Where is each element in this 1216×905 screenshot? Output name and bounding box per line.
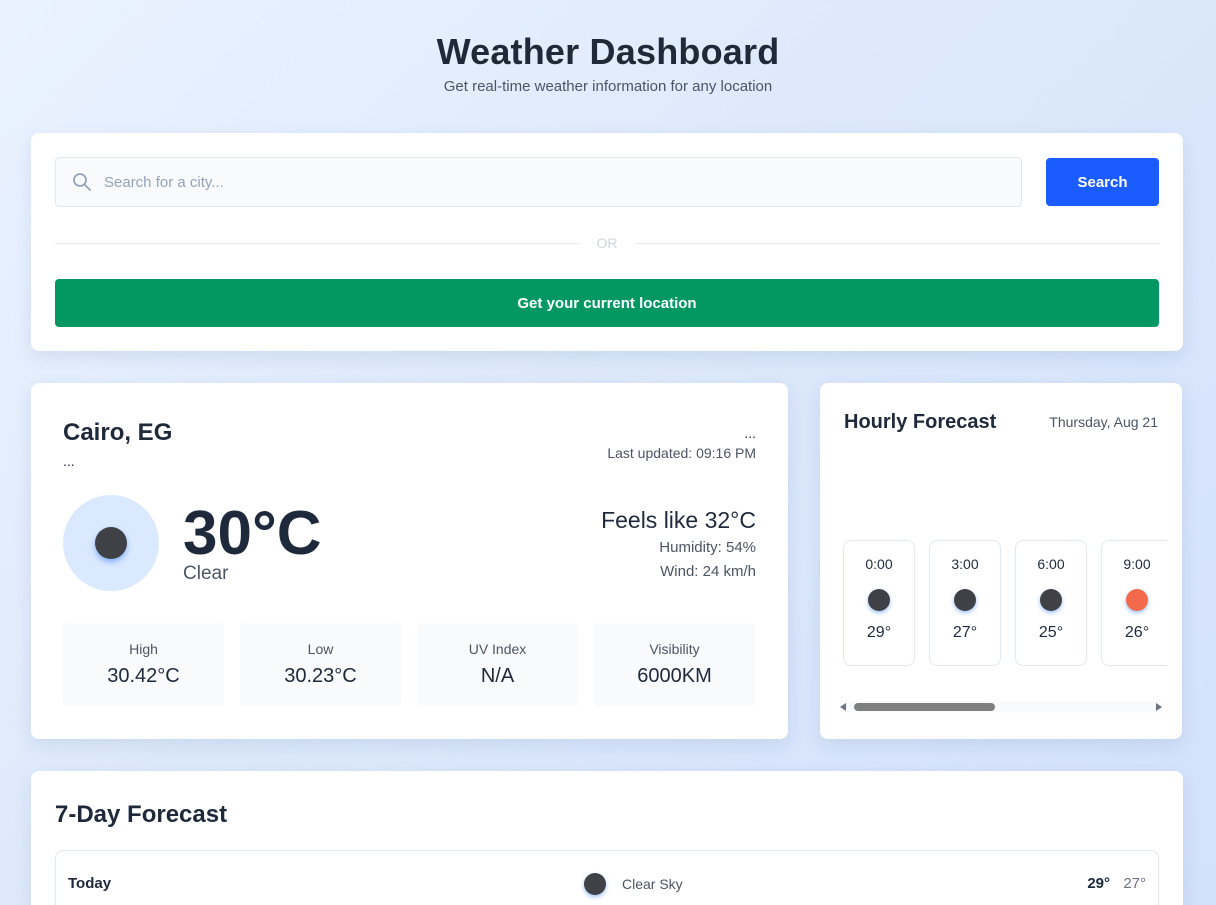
last-updated: Last updated: 09:16 PM xyxy=(607,445,756,461)
moon-icon xyxy=(954,589,976,611)
hourly-list[interactable]: 0:00 29° 3:00 27° 6:00 25° 9:00 26° xyxy=(843,540,1167,666)
search-card: Search OR Get your current location xyxy=(31,133,1183,351)
feels-like: Feels like 32°C xyxy=(601,507,756,533)
or-label: OR xyxy=(596,235,618,251)
day-name: Today xyxy=(68,875,112,892)
current-condition: Clear xyxy=(183,563,229,584)
hour-temp: 29° xyxy=(866,624,892,641)
hourly-forecast-card: Hourly Forecast Thursday, Aug 21 0:00 29… xyxy=(820,383,1182,739)
scroll-left-icon[interactable] xyxy=(840,703,846,711)
or-divider: OR xyxy=(55,233,1159,253)
scroll-right-icon[interactable] xyxy=(1156,703,1162,711)
stat-value: 30.42°C xyxy=(107,665,180,687)
stat-label: UV Index xyxy=(468,641,527,657)
weekly-forecast-card: 7-Day Forecast Today Clear Sky 29° 27° xyxy=(31,771,1183,905)
hour-temp: 25° xyxy=(1038,624,1064,641)
day-low: 27° xyxy=(1123,875,1146,892)
stat-value: N/A xyxy=(480,665,515,687)
hourly-item: 3:00 27° xyxy=(929,540,1001,666)
hour-temp: 26° xyxy=(1124,624,1150,641)
current-location-button[interactable]: Get your current location xyxy=(55,279,1159,327)
stat-high: High 30.42°C xyxy=(63,623,224,706)
moon-icon xyxy=(1040,589,1062,611)
stat-label: High xyxy=(129,641,158,657)
search-button[interactable]: Search xyxy=(1046,158,1159,206)
weather-stats: High 30.42°C Low 30.23°C UV Index N/A Vi… xyxy=(63,623,755,706)
hourly-item: 6:00 25° xyxy=(1015,540,1087,666)
hourly-title: Hourly Forecast xyxy=(844,411,997,433)
hourly-item: 9:00 26° xyxy=(1101,540,1167,666)
humidity: Humidity: 54% xyxy=(659,539,756,556)
city-subtext: ... xyxy=(63,453,75,469)
weekly-title: 7-Day Forecast xyxy=(55,801,228,828)
divider-line xyxy=(635,242,1159,244)
hour-time: 9:00 xyxy=(1123,556,1151,572)
stat-low: Low 30.23°C xyxy=(240,623,401,706)
update-status: ... xyxy=(744,425,756,441)
weather-icon-container xyxy=(63,495,159,591)
stat-value: 6000KM xyxy=(637,665,712,687)
stat-uv-index: UV Index N/A xyxy=(417,623,578,706)
city-name: Cairo, EG xyxy=(63,419,173,446)
stat-visibility: Visibility 6000KM xyxy=(594,623,755,706)
search-icon xyxy=(72,172,92,192)
wind-speed: Wind: 24 km/h xyxy=(660,563,756,580)
day-condition: Clear Sky xyxy=(622,876,683,892)
page-title: Weather Dashboard xyxy=(436,31,780,72)
current-weather-card: Cairo, EG ... ... Last updated: 09:16 PM… xyxy=(31,383,788,739)
stat-label: Visibility xyxy=(649,641,700,657)
page-subtitle: Get real-time weather information for an… xyxy=(443,78,773,95)
sun-icon xyxy=(1126,589,1148,611)
horizontal-scrollbar[interactable] xyxy=(840,701,1162,713)
stat-value: 30.23°C xyxy=(284,665,357,687)
hour-time: 3:00 xyxy=(951,556,979,572)
stat-label: Low xyxy=(307,641,334,657)
hour-time: 6:00 xyxy=(1037,556,1065,572)
hourly-item: 0:00 29° xyxy=(843,540,915,666)
moon-icon xyxy=(584,873,606,895)
hour-temp: 27° xyxy=(952,624,978,641)
hour-time: 0:00 xyxy=(865,556,893,572)
moon-icon xyxy=(868,589,890,611)
moon-icon xyxy=(95,527,127,559)
search-box[interactable] xyxy=(55,157,1022,207)
forecast-day-row: Today Clear Sky 29° 27° xyxy=(55,850,1159,905)
scrollbar-thumb[interactable] xyxy=(854,703,995,711)
divider-line xyxy=(55,242,579,244)
current-temperature: 30°C xyxy=(183,499,322,568)
day-high: 29° xyxy=(1087,875,1110,892)
page-header: Weather Dashboard Get real-time weather … xyxy=(0,0,1216,95)
search-input[interactable] xyxy=(104,173,964,191)
search-row: Search xyxy=(55,157,1159,207)
hourly-date: Thursday, Aug 21 xyxy=(1049,414,1158,430)
